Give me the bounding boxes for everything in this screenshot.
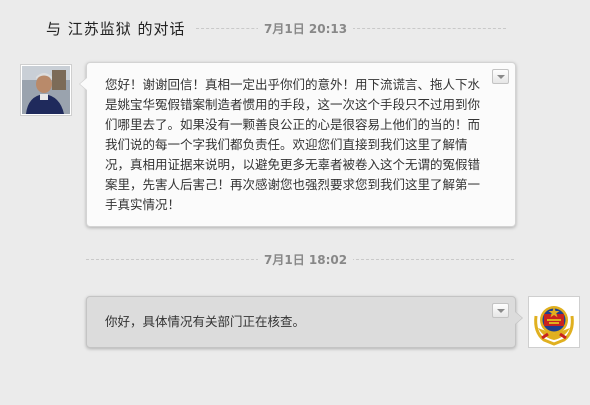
- message-menu-dropdown-icon[interactable]: [492, 69, 509, 84]
- conversation-title: 与 江苏监狱 的对话: [46, 20, 186, 38]
- user-photo-avatar-icon: [22, 66, 70, 114]
- bubble-arrow: [515, 311, 523, 325]
- message-menu-dropdown-icon[interactable]: [492, 303, 509, 318]
- message-bubble[interactable]: 您好！谢谢回信！真相一定出乎你们的意外！用下流谎言、拖人下水是姚宝华冤假错案制造…: [79, 62, 516, 227]
- bubble-arrow: [79, 77, 87, 91]
- message-date: 7月1日 18:02: [258, 251, 354, 268]
- message-bubble[interactable]: 你好，具体情况有关部门正在核查。: [86, 296, 523, 348]
- police-avatar[interactable]: [528, 296, 580, 348]
- message-date: 7月1日 20:13: [258, 20, 354, 37]
- user-avatar[interactable]: [20, 64, 72, 116]
- message-text: 您好！谢谢回信！真相一定出乎你们的意外！用下流谎言、拖人下水是姚宝华冤假错案制造…: [105, 77, 481, 212]
- police-emblem-icon: [530, 298, 578, 346]
- message-text: 你好，具体情况有关部门正在核查。: [105, 314, 306, 329]
